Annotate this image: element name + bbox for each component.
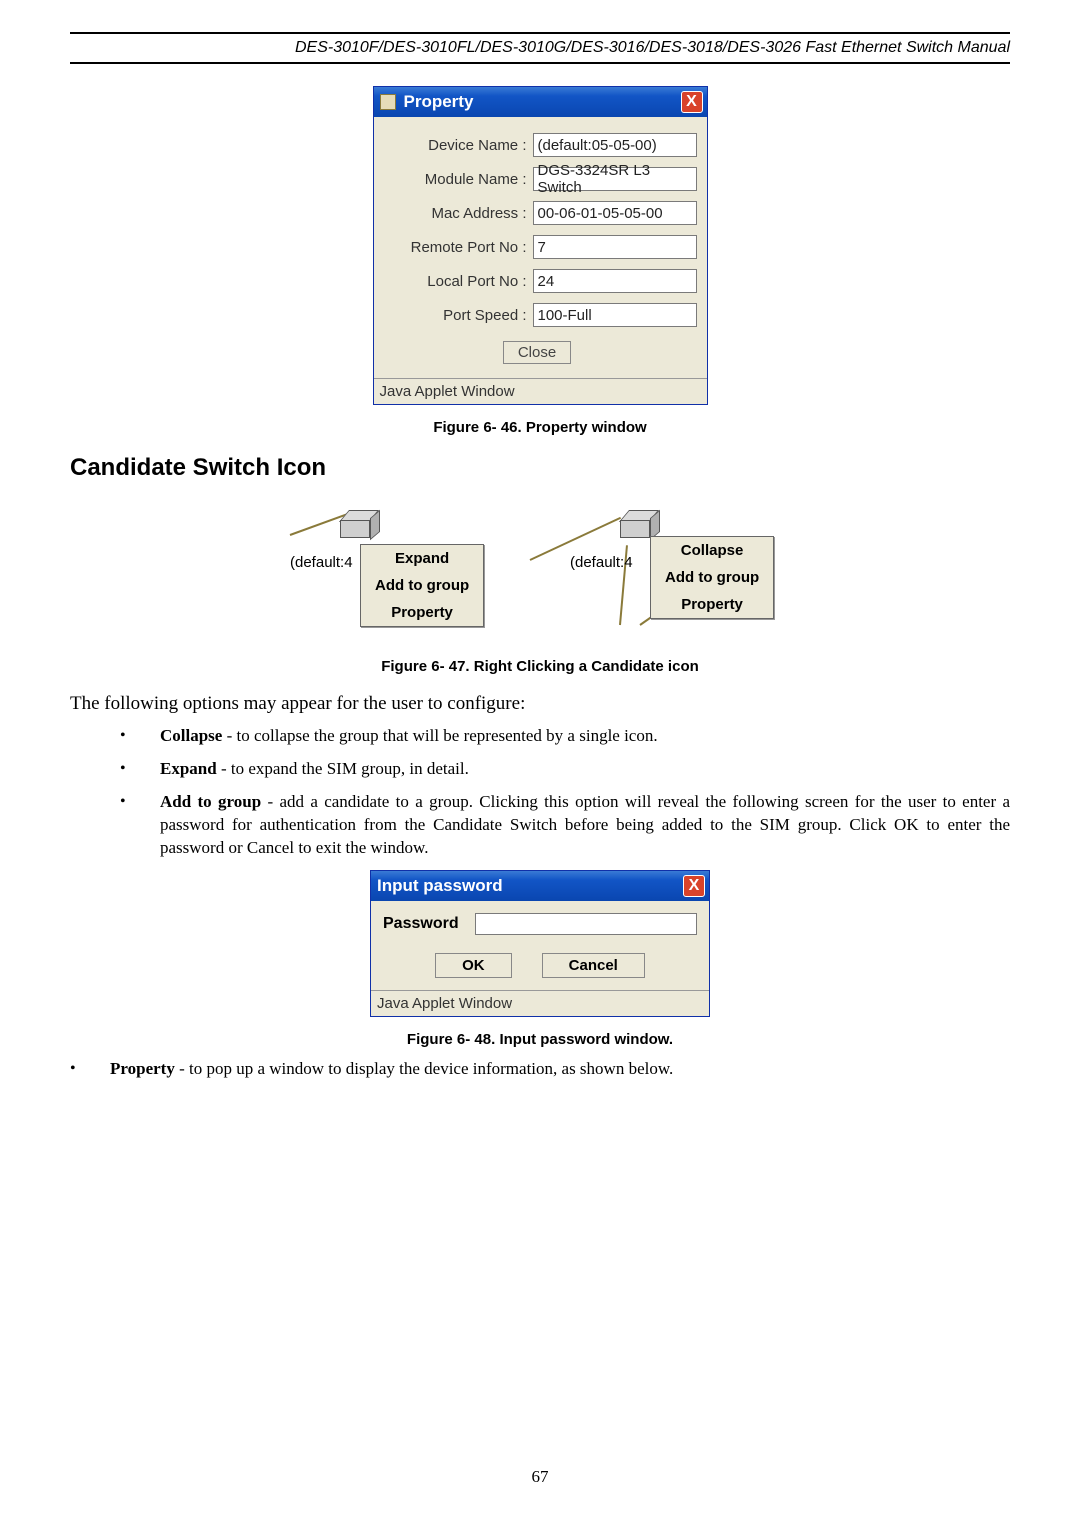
menu-item-collapse[interactable]: Collapse: [651, 537, 773, 564]
option-property-bold: Property: [110, 1059, 175, 1078]
remote-port-label: Remote Port No :: [378, 239, 533, 256]
input-password-titlebar: Input password X: [371, 871, 709, 901]
node-label-right: (default:4: [570, 554, 633, 571]
password-field[interactable]: [475, 913, 697, 935]
port-speed-label: Port Speed :: [378, 307, 533, 324]
figure-47-graphic: (default:4 Expand Add to group Property …: [280, 504, 800, 644]
section-heading: Candidate Switch Icon: [70, 454, 1010, 482]
options-list: Collapse - to collapse the group that wi…: [70, 725, 1010, 860]
menu-item-add-to-group[interactable]: Add to group: [651, 564, 773, 591]
ok-button[interactable]: OK: [435, 953, 512, 978]
cancel-button[interactable]: Cancel: [542, 953, 645, 978]
menu-item-property[interactable]: Property: [651, 591, 773, 618]
window-icon: [380, 94, 396, 110]
mac-address-label: Mac Address :: [378, 205, 533, 222]
input-password-title: Input password: [377, 876, 503, 896]
option-add-text: - add a candidate to a group. Clicking t…: [160, 792, 1010, 857]
close-icon[interactable]: X: [681, 91, 703, 113]
list-item: Add to group - add a candidate to a grou…: [120, 791, 1010, 860]
remote-port-field[interactable]: 7: [533, 235, 697, 259]
option-expand-bold: Expand: [160, 759, 217, 778]
property-window: Property X Device Name : (default:05-05-…: [373, 86, 708, 405]
paragraph-intro: The following options may appear for the…: [70, 693, 1010, 715]
figure-46-caption: Figure 6- 46. Property window: [70, 419, 1010, 436]
page-number: 67: [0, 1467, 1080, 1487]
device-name-label: Device Name :: [378, 137, 533, 154]
page-header: DES-3010F/DES-3010FL/DES-3010G/DES-3016/…: [70, 36, 1010, 60]
option-collapse-bold: Collapse: [160, 726, 222, 745]
option-expand-text: - to expand the SIM group, in detail.: [217, 759, 469, 778]
switch-icon: [340, 516, 376, 542]
local-port-label: Local Port No :: [378, 273, 533, 290]
local-port-field[interactable]: 24: [533, 269, 697, 293]
figure-47-caption: Figure 6- 47. Right Clicking a Candidate…: [70, 658, 1010, 675]
option-add-bold: Add to group: [160, 792, 261, 811]
property-window-titlebar: Property X: [374, 87, 707, 117]
figure-48-caption: Figure 6- 48. Input password window.: [70, 1031, 1010, 1048]
header-rule-top: [70, 32, 1010, 34]
option-property-text: - to pop up a window to display the devi…: [175, 1059, 673, 1078]
module-name-label: Module Name :: [378, 171, 533, 188]
password-label: Password: [383, 915, 459, 933]
option-collapse-text: - to collapse the group that will be rep…: [222, 726, 657, 745]
header-rule-bottom: [70, 62, 1010, 64]
list-item: Collapse - to collapse the group that wi…: [120, 725, 1010, 748]
node-label-left: (default:4: [290, 554, 353, 571]
property-window-title: Property: [404, 92, 474, 112]
password-status-bar: Java Applet Window: [371, 990, 709, 1016]
mac-address-field[interactable]: 00-06-01-05-05-00: [533, 201, 697, 225]
menu-item-expand[interactable]: Expand: [361, 545, 483, 572]
close-icon[interactable]: X: [683, 875, 705, 897]
list-item: Expand - to expand the SIM group, in det…: [120, 758, 1010, 781]
close-button[interactable]: Close: [503, 341, 571, 364]
property-status-bar: Java Applet Window: [374, 378, 707, 404]
menu-item-property[interactable]: Property: [361, 599, 483, 626]
device-name-field[interactable]: (default:05-05-00): [533, 133, 697, 157]
list-item: Property - to pop up a window to display…: [70, 1058, 1010, 1081]
menu-item-add-to-group[interactable]: Add to group: [361, 572, 483, 599]
context-menu-right: Collapse Add to group Property: [650, 536, 774, 619]
context-menu-left: Expand Add to group Property: [360, 544, 484, 627]
options-list-continued: Property - to pop up a window to display…: [70, 1058, 1010, 1081]
input-password-window: Input password X Password OK Cancel Java…: [370, 870, 710, 1017]
port-speed-field[interactable]: 100-Full: [533, 303, 697, 327]
module-name-field[interactable]: DGS-3324SR L3 Switch: [533, 167, 697, 191]
